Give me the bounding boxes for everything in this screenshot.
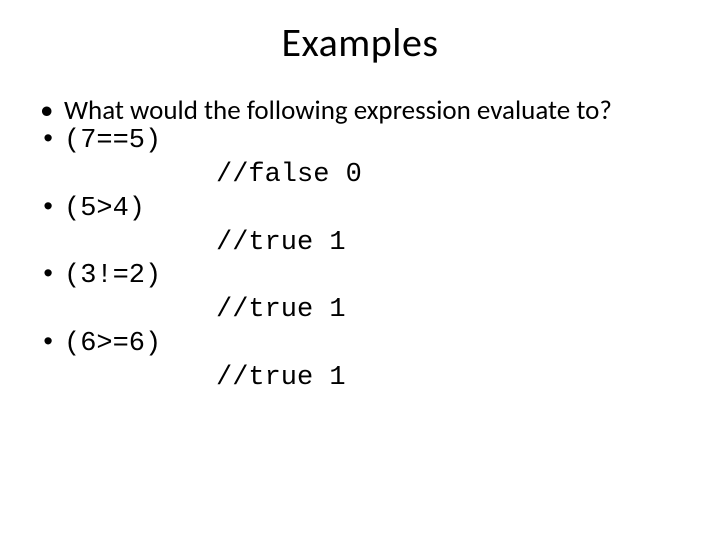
slide-body-cont-2: (3!=2) — [36, 261, 684, 292]
slide-title: Examples — [36, 18, 684, 67]
slide-body: What would the following expression eval… — [36, 95, 684, 157]
slide-body-cont-1: (5>4) — [36, 194, 684, 225]
slide: Examples What would the following expres… — [0, 0, 720, 540]
expr-bullet-3: (6>=6) — [36, 329, 684, 360]
answer-1: //true 1 — [36, 225, 684, 261]
answer-3: //true 1 — [36, 360, 684, 396]
expr-bullet-2: (3!=2) — [36, 261, 684, 292]
expr-bullet-1: (5>4) — [36, 194, 684, 225]
intro-bullet: What would the following expression eval… — [36, 95, 684, 126]
answer-2: //true 1 — [36, 292, 684, 328]
answer-0: //false 0 — [36, 157, 684, 193]
slide-body-cont-3: (6>=6) — [36, 329, 684, 360]
expr-bullet-0: (7==5) — [36, 126, 684, 157]
